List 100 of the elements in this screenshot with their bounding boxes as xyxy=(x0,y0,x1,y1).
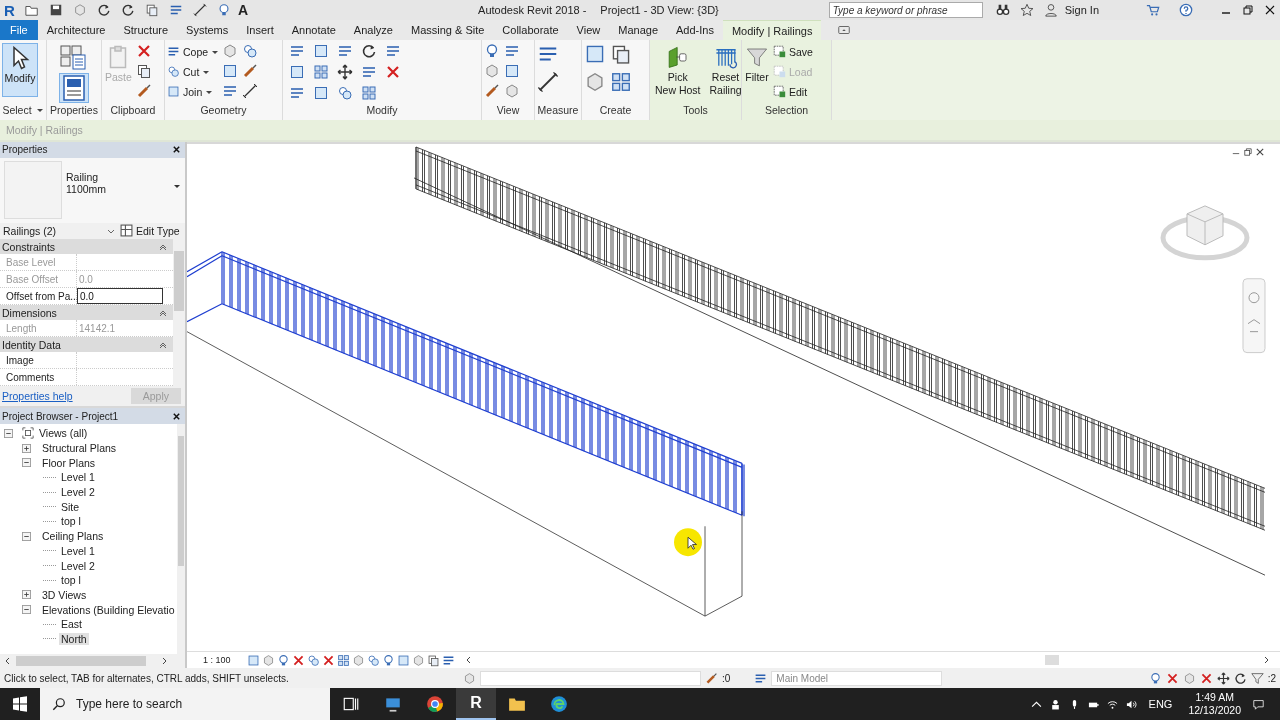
copy-icon[interactable] xyxy=(145,3,159,17)
monitor-icon[interactable] xyxy=(384,695,402,713)
ribbon-tab[interactable]: Add-Ins xyxy=(667,20,723,40)
scroll-right-icon[interactable] xyxy=(1262,656,1270,664)
filter-icon[interactable] xyxy=(1250,671,1264,685)
lines-icon[interactable] xyxy=(222,83,239,99)
speaker-icon[interactable] xyxy=(1125,698,1137,710)
ribbon-tab[interactable]: Architecture xyxy=(37,20,115,40)
square-icon[interactable] xyxy=(289,64,305,80)
ribbon-tab[interactable]: Manage xyxy=(609,20,668,40)
tree-item[interactable]: Elevations (Building Elevatio xyxy=(40,603,177,616)
restore-icon[interactable] xyxy=(1242,4,1254,16)
brush-icon[interactable] xyxy=(135,83,152,99)
tree-item[interactable]: Floor Plans xyxy=(40,456,98,469)
taskbar-search-field[interactable]: Type here to search xyxy=(40,688,330,720)
grid-icon[interactable] xyxy=(336,653,350,667)
ribbon-tab[interactable]: Analyze xyxy=(344,20,402,40)
x-icon[interactable] xyxy=(1165,671,1179,685)
circles-icon[interactable] xyxy=(366,653,380,667)
ribbon-tab[interactable]: Collaborate xyxy=(493,20,568,40)
scrollbar[interactable] xyxy=(173,239,185,387)
grid-icon[interactable] xyxy=(313,64,329,80)
ribbon-tab[interactable]: Systems xyxy=(177,20,238,40)
language-indicator[interactable]: ENG xyxy=(1148,698,1173,710)
revit-taskbar-button[interactable]: R xyxy=(456,688,496,720)
geometry-tool[interactable]: Join xyxy=(167,83,220,100)
brush-icon[interactable] xyxy=(484,83,500,99)
pick-new-host-button[interactable]: Pick New Host xyxy=(652,43,704,99)
rotate-icon[interactable] xyxy=(361,43,377,59)
star-icon[interactable] xyxy=(1019,3,1034,17)
tree-item[interactable]: Views (all) xyxy=(37,427,90,440)
tree-item[interactable]: East xyxy=(59,618,84,631)
scrollbar[interactable] xyxy=(0,654,185,668)
selection-tool[interactable]: Edit xyxy=(773,83,813,100)
block-icon[interactable] xyxy=(504,83,520,99)
grid-icon[interactable] xyxy=(610,71,632,93)
brush-icon[interactable] xyxy=(242,63,259,79)
collapse-icon[interactable] xyxy=(159,242,167,251)
scroll-left-icon[interactable] xyxy=(4,657,12,665)
railing-drawing[interactable] xyxy=(413,146,1266,576)
block-icon[interactable] xyxy=(584,71,606,93)
scroll-right-icon[interactable] xyxy=(160,657,168,665)
edge-icon[interactable] xyxy=(550,695,568,713)
circles-icon[interactable] xyxy=(306,653,320,667)
app-logo[interactable]: R xyxy=(4,1,18,19)
design-option-dropdown[interactable]: Main Model xyxy=(771,670,943,686)
expander-icon[interactable] xyxy=(22,590,31,600)
tree-item[interactable]: top l xyxy=(59,574,83,587)
cart-icon[interactable] xyxy=(1146,3,1160,17)
chrome-icon[interactable] xyxy=(426,695,444,713)
circles-icon[interactable] xyxy=(242,43,259,59)
wifi-icon[interactable] xyxy=(1106,698,1118,710)
bulb-icon[interactable] xyxy=(381,653,395,667)
properties-help-link[interactable]: Properties help xyxy=(2,390,73,403)
expander-icon[interactable] xyxy=(22,458,31,468)
binoculars-icon[interactable] xyxy=(995,3,1010,17)
clock[interactable]: 1:49 AM 12/13/2020 xyxy=(1188,691,1241,717)
edit-type-button[interactable]: Edit Type xyxy=(120,224,180,238)
scroll-thumb[interactable] xyxy=(1045,655,1060,665)
tree-item[interactable]: Ceiling Plans xyxy=(40,530,106,543)
tree-item[interactable]: Level 2 xyxy=(59,486,97,499)
tree-item[interactable]: North xyxy=(59,632,89,645)
block-icon[interactable] xyxy=(222,43,239,59)
people-icon[interactable] xyxy=(1049,698,1061,710)
line-icon[interactable] xyxy=(193,3,207,17)
task-view-icon[interactable] xyxy=(342,695,360,713)
text-tool[interactable]: A xyxy=(238,2,249,18)
modify-button[interactable]: Modify xyxy=(2,43,38,97)
save-icon[interactable] xyxy=(49,3,63,17)
circles-icon[interactable] xyxy=(337,85,353,101)
tree-item[interactable]: Level 1 xyxy=(59,544,97,557)
railing-drawing[interactable] xyxy=(187,251,745,617)
lines-icon[interactable] xyxy=(385,43,401,59)
properties-icon[interactable] xyxy=(59,73,89,103)
tree-item[interactable]: Site xyxy=(59,500,82,513)
square-icon[interactable] xyxy=(584,43,606,65)
bulb-icon[interactable] xyxy=(1148,671,1162,685)
square-icon[interactable] xyxy=(222,63,239,79)
restore-icon[interactable] xyxy=(1244,148,1252,156)
caret-icon[interactable] xyxy=(173,182,181,191)
collapse-icon[interactable] xyxy=(159,340,167,349)
user-icon[interactable] xyxy=(1043,3,1058,17)
view-scale[interactable]: 1 : 100 xyxy=(203,655,231,665)
expander-icon[interactable] xyxy=(22,605,31,615)
x-icon[interactable] xyxy=(385,64,401,80)
copy-icon[interactable] xyxy=(426,653,440,667)
close-icon[interactable] xyxy=(1264,4,1276,16)
help-icon[interactable] xyxy=(1179,3,1193,17)
rotate-icon[interactable] xyxy=(97,3,111,17)
x-icon[interactable] xyxy=(291,653,305,667)
block-icon[interactable] xyxy=(484,63,500,79)
caret-icon[interactable] xyxy=(35,106,44,114)
tree-item[interactable]: Structural Plans xyxy=(40,442,119,455)
move-icon[interactable] xyxy=(337,64,353,80)
geometry-tool[interactable]: Cut xyxy=(167,63,220,80)
lines-icon[interactable] xyxy=(504,43,520,59)
bulb-icon[interactable] xyxy=(484,43,500,59)
copy-icon[interactable] xyxy=(610,43,632,65)
line-icon[interactable] xyxy=(537,71,559,93)
close-icon[interactable] xyxy=(172,145,181,155)
